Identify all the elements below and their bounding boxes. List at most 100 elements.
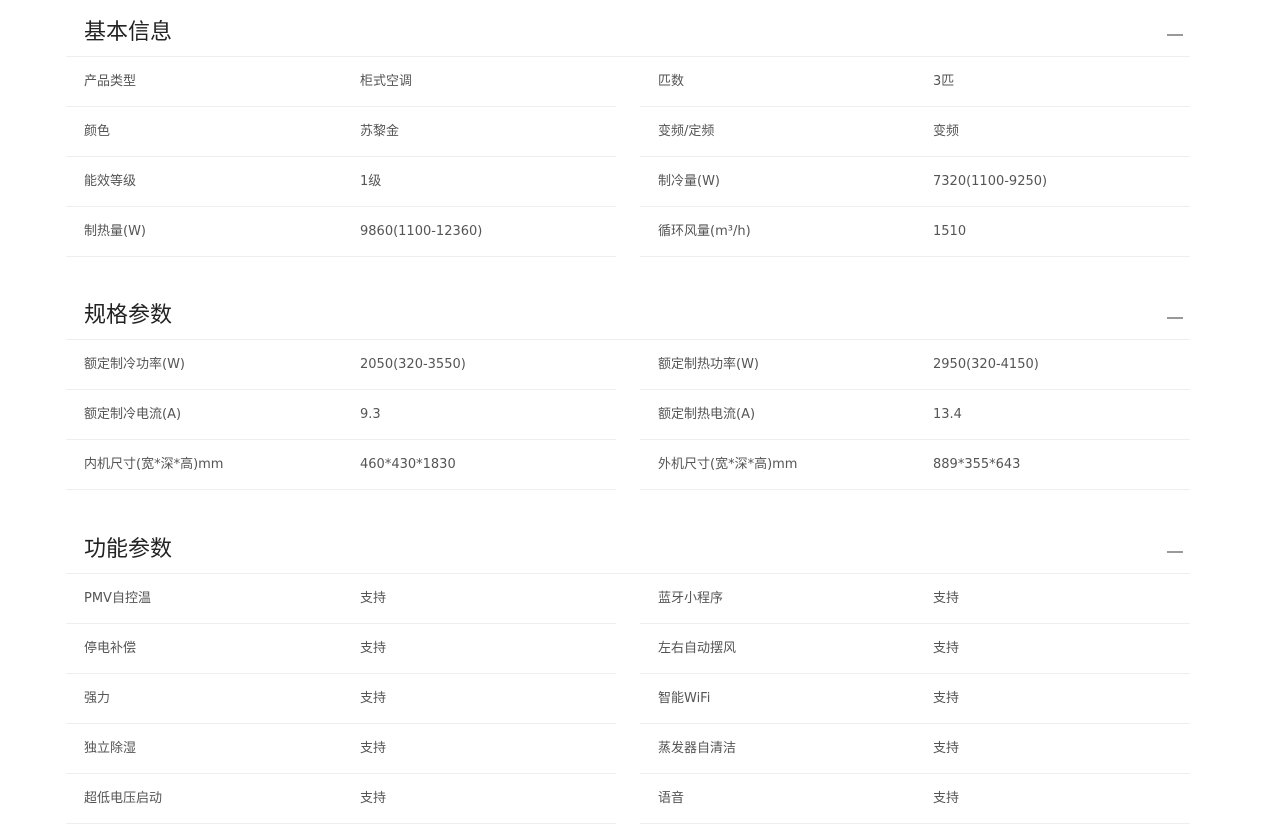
spec-page: 基本信息 产品类型 柜式空调 匹数 3匹 颜色 苏黎金 变频/定频 变频 能效等…: [0, 0, 1271, 834]
section-header: 规格参数: [66, 283, 1190, 340]
spec-label: 蓝牙小程序: [658, 591, 724, 606]
spec-label: 额定制冷电流(A): [84, 407, 182, 422]
spec-cell: 能效等级 1级: [66, 157, 616, 207]
spec-label: 智能WiFi: [658, 691, 711, 706]
section-header: 功能参数: [66, 517, 1190, 574]
spec-cell: 外机尺寸(宽*深*高)mm 889*355*643: [640, 440, 1190, 490]
spec-label: 停电补偿: [84, 641, 137, 656]
table-row: 额定制冷功率(W) 2050(320-3550) 额定制热功率(W) 2950(…: [66, 340, 1190, 390]
spec-value: 889*355*643: [933, 457, 1021, 472]
spec-cell: 额定制冷电流(A) 9.3: [66, 390, 616, 440]
spec-cell: 超低电压启动 支持: [66, 774, 616, 824]
spec-cell: 内机尺寸(宽*深*高)mm 460*430*1830: [66, 440, 616, 490]
spec-label: 循环风量(m³/h): [658, 224, 751, 239]
spec-value: 3匹: [933, 74, 955, 89]
table-row: 制热量(W) 9860(1100-12360) 循环风量(m³/h) 1510: [66, 207, 1190, 257]
spec-value: 柜式空调: [360, 74, 413, 89]
section-title: 规格参数: [84, 303, 173, 328]
spec-cell: 变频/定频 变频: [640, 107, 1190, 157]
section-title: 功能参数: [84, 537, 173, 562]
spec-value: 支持: [933, 691, 960, 706]
spec-value: 支持: [360, 791, 387, 806]
spec-cell: 匹数 3匹: [640, 57, 1190, 107]
spec-cell: 制热量(W) 9860(1100-12360): [66, 207, 616, 257]
spec-table: 产品类型 柜式空调 匹数 3匹 颜色 苏黎金 变频/定频 变频 能效等级 1级 …: [66, 57, 1190, 257]
table-row: 独立除湿 支持 蒸发器自清洁 支持: [66, 724, 1190, 774]
table-row: 内机尺寸(宽*深*高)mm 460*430*1830 外机尺寸(宽*深*高)mm…: [66, 440, 1190, 490]
spec-value: 支持: [360, 641, 387, 656]
spec-label: 左右自动摆风: [658, 641, 737, 656]
spec-value: 支持: [360, 741, 387, 756]
spec-value: 支持: [360, 691, 387, 706]
spec-value: 2050(320-3550): [360, 357, 466, 372]
spec-value: 支持: [933, 641, 960, 656]
spec-label: 超低电压启动: [84, 791, 163, 806]
table-row: 停电补偿 支持 左右自动摆风 支持: [66, 624, 1190, 674]
spec-label: 强力: [84, 691, 111, 706]
spec-cell: 左右自动摆风 支持: [640, 624, 1190, 674]
spec-cell: 蓝牙小程序 支持: [640, 574, 1190, 624]
spec-label: 匹数: [658, 74, 685, 89]
collapse-toggle[interactable]: [1160, 18, 1190, 48]
spec-label: 颜色: [84, 124, 111, 139]
section-specifications: 规格参数 额定制冷功率(W) 2050(320-3550) 额定制热功率(W) …: [66, 283, 1190, 490]
spec-label: 独立除湿: [84, 741, 137, 756]
spec-cell: 循环风量(m³/h) 1510: [640, 207, 1190, 257]
collapse-toggle[interactable]: [1160, 301, 1190, 331]
spec-cell: 语音 支持: [640, 774, 1190, 824]
spec-table: 额定制冷功率(W) 2050(320-3550) 额定制热功率(W) 2950(…: [66, 340, 1190, 490]
table-row: 产品类型 柜式空调 匹数 3匹: [66, 57, 1190, 107]
spec-label: PMV自控温: [84, 591, 151, 606]
spec-label: 额定制热功率(W): [658, 357, 759, 372]
spec-label: 制热量(W): [84, 224, 146, 239]
spec-cell: 蒸发器自清洁 支持: [640, 724, 1190, 774]
spec-cell: 额定制热电流(A) 13.4: [640, 390, 1190, 440]
spec-value: 9.3: [360, 407, 381, 422]
spec-cell: 产品类型 柜式空调: [66, 57, 616, 107]
spec-value: 9860(1100-12360): [360, 224, 483, 239]
spec-value: 13.4: [933, 407, 962, 422]
spec-value: 变频: [933, 124, 960, 139]
spec-table: PMV自控温 支持 蓝牙小程序 支持 停电补偿 支持 左右自动摆风 支持 强力 …: [66, 574, 1190, 824]
spec-label: 内机尺寸(宽*深*高)mm: [84, 457, 224, 472]
spec-value: 支持: [360, 591, 387, 606]
minus-icon: [1167, 317, 1183, 319]
spec-label: 外机尺寸(宽*深*高)mm: [658, 457, 798, 472]
spec-label: 语音: [658, 791, 685, 806]
table-row: 强力 支持 智能WiFi 支持: [66, 674, 1190, 724]
spec-label: 额定制热电流(A): [658, 407, 756, 422]
spec-value: 7320(1100-9250): [933, 174, 1048, 189]
spec-cell: 停电补偿 支持: [66, 624, 616, 674]
spec-value: 2950(320-4150): [933, 357, 1039, 372]
spec-label: 产品类型: [84, 74, 137, 89]
spec-value: 支持: [933, 741, 960, 756]
spec-label: 制冷量(W): [658, 174, 720, 189]
spec-cell: 颜色 苏黎金: [66, 107, 616, 157]
spec-value: 1510: [933, 224, 967, 239]
collapse-toggle[interactable]: [1160, 535, 1190, 565]
spec-cell: 额定制热功率(W) 2950(320-4150): [640, 340, 1190, 390]
spec-cell: 额定制冷功率(W) 2050(320-3550): [66, 340, 616, 390]
spec-label: 额定制冷功率(W): [84, 357, 185, 372]
table-row: PMV自控温 支持 蓝牙小程序 支持: [66, 574, 1190, 624]
section-header: 基本信息: [66, 0, 1190, 57]
spec-cell: 独立除湿 支持: [66, 724, 616, 774]
minus-icon: [1167, 34, 1183, 36]
spec-label: 能效等级: [84, 174, 137, 189]
spec-value: 苏黎金: [360, 124, 400, 139]
spec-value: 1级: [360, 174, 382, 189]
table-row: 颜色 苏黎金 变频/定频 变频: [66, 107, 1190, 157]
spec-value: 460*430*1830: [360, 457, 456, 472]
table-row: 超低电压启动 支持 语音 支持: [66, 774, 1190, 824]
spec-label: 蒸发器自清洁: [658, 741, 737, 756]
spec-cell: 智能WiFi 支持: [640, 674, 1190, 724]
spec-cell: PMV自控温 支持: [66, 574, 616, 624]
minus-icon: [1167, 551, 1183, 553]
section-features: 功能参数 PMV自控温 支持 蓝牙小程序 支持 停电补偿 支持 左右自动摆风 支…: [66, 517, 1190, 824]
section-title: 基本信息: [84, 20, 173, 45]
spec-cell: 制冷量(W) 7320(1100-9250): [640, 157, 1190, 207]
spec-cell: 强力 支持: [66, 674, 616, 724]
table-row: 额定制冷电流(A) 9.3 额定制热电流(A) 13.4: [66, 390, 1190, 440]
spec-value: 支持: [933, 791, 960, 806]
table-row: 能效等级 1级 制冷量(W) 7320(1100-9250): [66, 157, 1190, 207]
